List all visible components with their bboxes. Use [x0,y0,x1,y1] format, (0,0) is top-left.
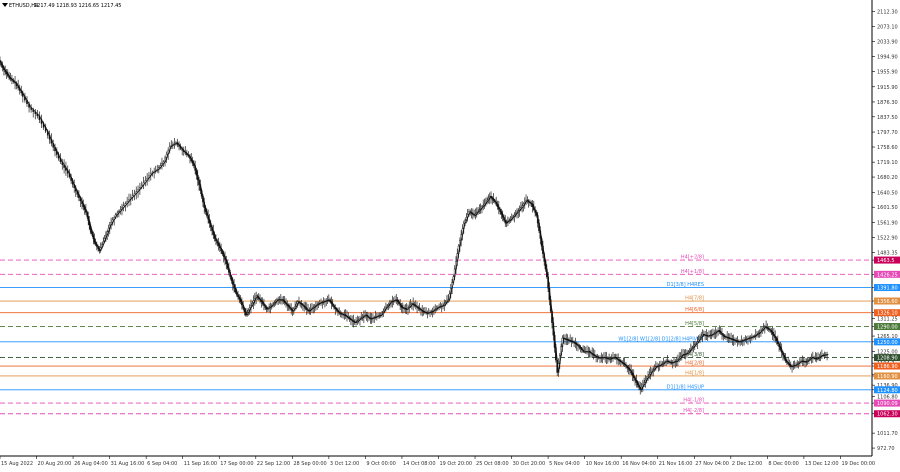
time-axis-group: 15 Aug 2022 20 Aug 20:00 26 Aug 04:00 31 Au… [0,456,875,467]
time-tick-label: 28 Sep 00:00 [293,461,326,467]
price-tick-label: 2033.90 [877,40,898,46]
price-tick-label: 1876.30 [877,100,898,106]
level-label: H4[+2/8] [681,255,704,261]
price-tick-label: 2073.10 [877,25,898,31]
time-tick-label: 17 Sep 00:00 [220,461,253,467]
level-label: H4[2/8] [685,361,704,367]
time-tick-label: 27 Nov 04:00 [695,461,729,467]
time-tick-label: 16 Nov 04:00 [622,461,656,467]
plot-background [0,0,872,456]
time-tick-label: 30 Oct 20:00 [513,461,546,467]
price-marker-label: 1250.00 [877,340,898,346]
level-label: D1[1/8] H4SUP [667,384,704,390]
price-tick-label: 1837.50 [877,115,898,121]
price-marker-label: 1326.10 [877,311,898,317]
level-label: H4[1/8] [685,370,704,376]
price-marker-label: 1062.30 [877,412,898,418]
price-marker-label: 1290.00 [877,325,898,331]
level-label: D1[3/8] H4RES [667,282,704,288]
time-tick-label: 13 Dec 12:00 [805,461,839,467]
time-tick-label: 3 Oct 12:00 [330,461,359,467]
time-tick-label: 20 Aug 20:00 [38,461,72,467]
time-tick-label: 11 Sep 16:00 [184,461,217,467]
time-tick-label: 21 Nov 16:00 [659,461,693,467]
level-label: H4[7/8] [685,296,704,302]
price-tick-label: 1561.90 [877,220,898,226]
price-tick-label: 972.70 [877,446,895,452]
price-tick-label: 1719.10 [877,160,898,166]
time-tick-label: 26 Aug 04:00 [74,461,108,467]
time-tick-label: 6 Sep 04:00 [147,461,177,467]
price-tick-label: 1011.70 [877,431,898,437]
time-tick-label: 25 Oct 08:00 [476,461,509,467]
price-tick-label: 1640.50 [877,190,898,196]
time-tick-label: 14 Oct 08:00 [403,461,436,467]
price-chart-svg[interactable]: H4[+2/8] H4[+1/8] D1[3/8] H4RES H4[7/8] H4[6… [0,0,900,468]
price-marker-label: 1426.25 [877,272,898,278]
price-marker-label: 1124.80 [877,388,898,394]
price-tick-label: 1955.90 [877,69,898,75]
price-marker-label: 1186.90 [877,364,898,370]
price-axis-group: 2112.30 2073.10 2033.90 1994.90 1955.90 1915.… [872,10,898,452]
price-marker-label: 1356.60 [877,299,898,305]
price-marker-label: 1090.09 [877,401,898,407]
time-tick-label: 22 Sep 12:00 [257,461,290,467]
price-tick-label: 1680.20 [877,175,898,181]
price-tick-label: 1483.35 [877,250,898,256]
price-marker-label: 1463.5 [877,258,895,264]
level-label: H4[-2/8] [683,408,704,414]
price-tick-label: 1994.90 [877,55,898,61]
chart-header: ETHUSD,H4 1217.49 1218.93 1216.65 1217.4… [2,3,121,9]
time-tick-label: 19 Oct 20:00 [439,461,472,467]
price-tick-label: 1311.25 [877,316,898,322]
price-tick-label: 1797.70 [877,130,898,136]
time-tick-label: 9 Oct 00:00 [366,461,395,467]
price-marker-label: 1208.90 [877,356,898,362]
level-label: H4[6/8] [685,307,704,313]
price-tick-label: 1915.90 [877,85,898,91]
level-label: H4[+1/8] [681,269,704,275]
level-label: H4[-1/8] [683,398,704,404]
price-marker-label: 1391.80 [877,286,898,292]
level-label: H4[5/8] [685,321,704,327]
chart-area[interactable]: H4[+2/8] H4[+1/8] D1[3/8] H4RES H4[7/8] H4[6… [0,0,900,468]
price-tick-label: 1522.90 [877,235,898,241]
time-tick-label: 5 Nov 04:00 [549,461,580,467]
level-label: W1[2/8] W1[2/8] D1[2/8] H4PIVOT [618,336,705,342]
price-tick-label: 1601.50 [877,205,898,211]
price-tick-label: 1758.60 [877,145,898,151]
price-tick-label: 2112.30 [877,10,898,16]
time-tick-label: 2 Dec 12:00 [732,461,762,467]
time-tick-label: 8 Dec 00:00 [768,461,798,467]
time-tick-label: 10 Nov 16:00 [586,461,620,467]
ohlc-values: 1217.49 1218.93 1216.65 1217.45 [34,3,121,9]
time-tick-label: 31 Aug 16:00 [111,461,145,467]
time-tick-label: 19 Dec 00:00 [841,461,875,467]
time-tick-label: 15 Aug 2022 [1,461,33,467]
price-marker-label: 1160.90 [877,374,898,380]
